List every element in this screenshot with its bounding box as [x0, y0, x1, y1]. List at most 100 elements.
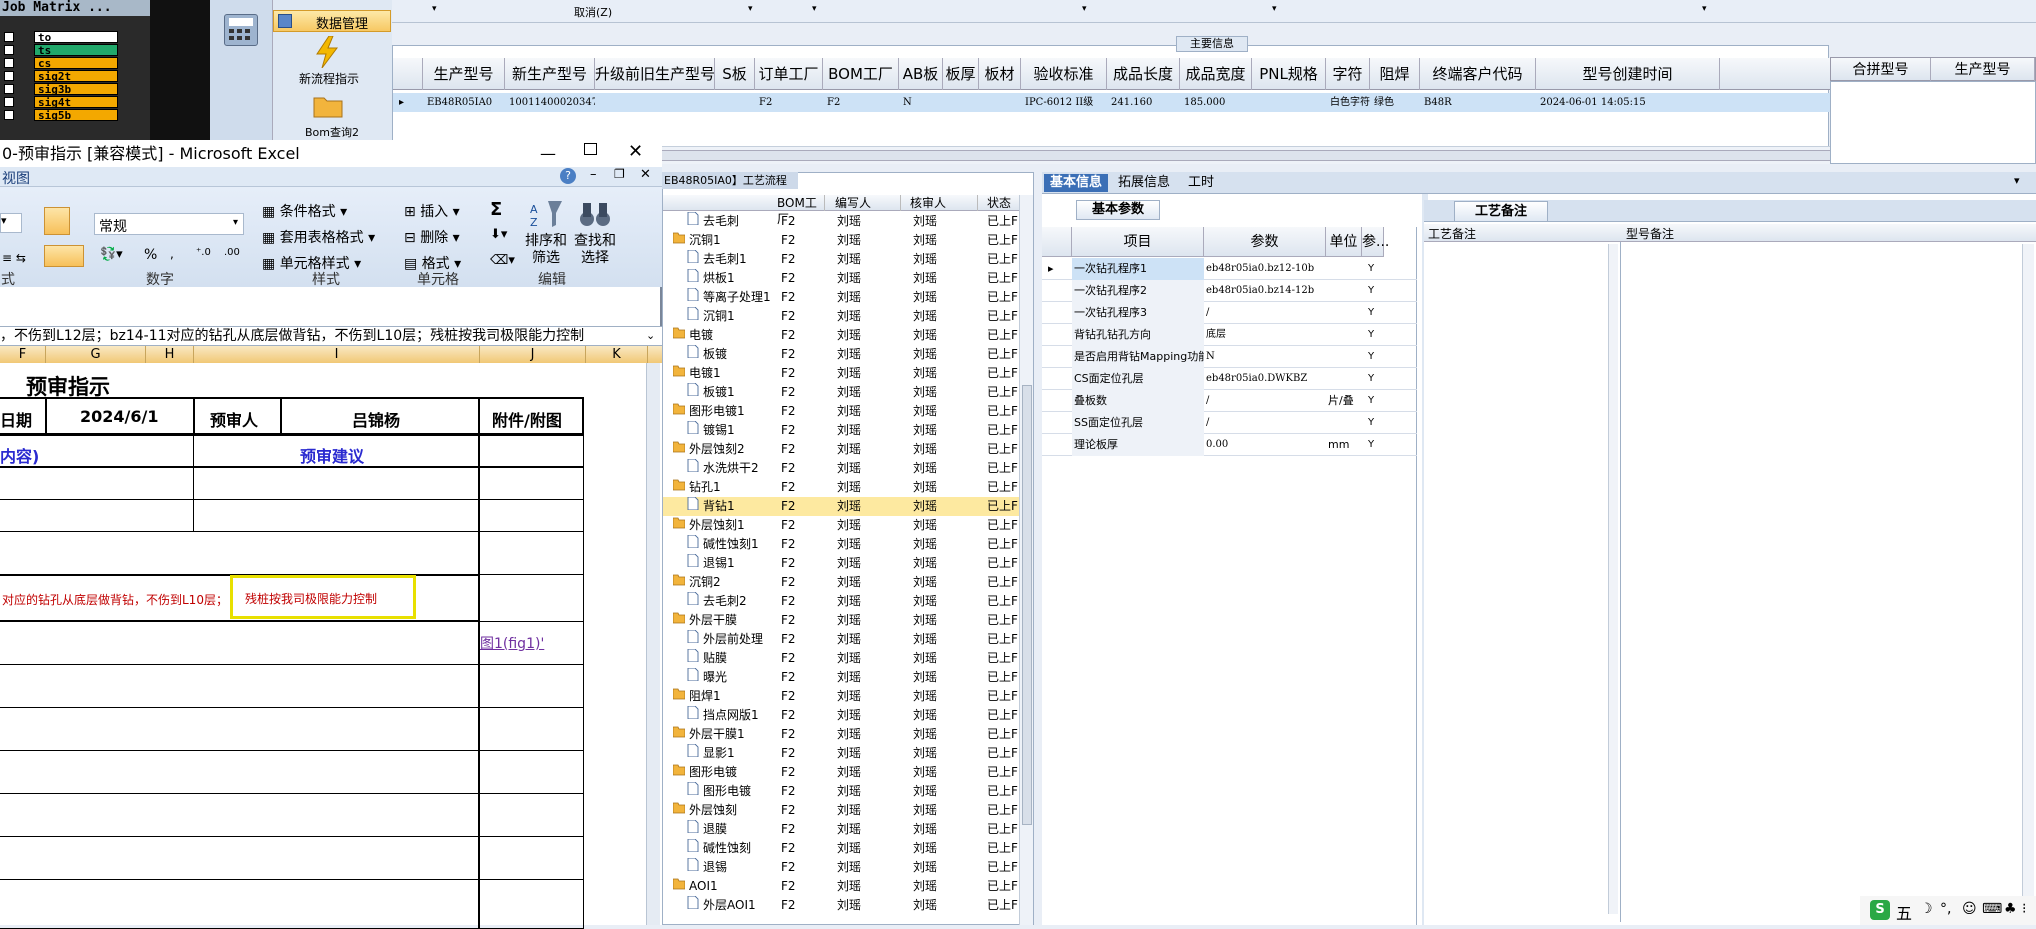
list-item[interactable]: 显影1 F2 刘瑶 刘瑶 已上F: [663, 744, 1023, 763]
param-value[interactable]: N: [1204, 346, 1326, 368]
list-item[interactable]: 外层干膜1 F2 刘瑶 刘瑶 已上F: [663, 725, 1023, 744]
list-item[interactable]: 外层干膜 F2 刘瑶 刘瑶 已上F: [663, 611, 1023, 630]
column-header[interactable]: J: [480, 346, 586, 363]
table-cell[interactable]: F2: [755, 93, 823, 112]
param-value[interactable]: eb48r05ia0.bz14-12b: [1204, 280, 1326, 302]
job-matrix-row[interactable]: ts: [4, 44, 119, 57]
job-matrix-row[interactable]: sig2t: [4, 70, 119, 83]
table-cell[interactable]: 绿色: [1370, 93, 1420, 112]
decrease-decimal-icon[interactable]: .00: [224, 247, 240, 258]
calculator-icon[interactable]: [224, 14, 258, 46]
chevron-down-icon[interactable]: ▾: [2014, 174, 2020, 187]
merge-center-icon[interactable]: [44, 245, 84, 267]
column-header[interactable]: F: [0, 346, 46, 363]
maximize-button[interactable]: [584, 143, 597, 155]
tab-work-hours[interactable]: 工时: [1182, 174, 1220, 192]
column-header[interactable]: 字符: [1326, 58, 1370, 90]
column-header[interactable]: 新生产型号: [505, 58, 595, 90]
dropdown-arrow-icon[interactable]: ▾: [812, 4, 817, 14]
list-item[interactable]: 去毛刺2 F2 刘瑶 刘瑶 已上F: [663, 592, 1023, 611]
checkbox[interactable]: [4, 58, 14, 68]
param-value[interactable]: eb48r05ia0.bz12-10b: [1204, 258, 1326, 280]
tab-view[interactable]: 视图: [2, 168, 30, 188]
autosum-button[interactable]: Σ: [490, 199, 502, 220]
list-item[interactable]: 外层蚀刻1 F2 刘瑶 刘瑶 已上F: [663, 516, 1023, 535]
column-header[interactable]: 板厚: [943, 58, 979, 90]
tab-basic-params[interactable]: 基本参数: [1076, 200, 1160, 220]
vertical-scrollbar[interactable]: [2022, 244, 2034, 914]
param-value[interactable]: /: [1204, 412, 1326, 434]
table-row[interactable]: 一次钻孔程序2 eb48r05ia0.bz14-12b Y: [1042, 280, 1417, 302]
help-icon[interactable]: ?: [560, 168, 576, 184]
menu-item-new-flow[interactable]: 新流程指示: [299, 70, 359, 87]
currency-icon[interactable]: 💱▾: [100, 247, 123, 262]
column-header[interactable]: 核审人: [906, 195, 978, 211]
checkbox[interactable]: [4, 32, 14, 42]
job-matrix-row[interactable]: sig5b: [4, 109, 119, 122]
param-value[interactable]: 底层: [1204, 324, 1326, 346]
column-header[interactable]: 参数: [1204, 227, 1326, 257]
skin-icon[interactable]: ♣: [2004, 901, 2017, 917]
percent-button[interactable]: %: [144, 247, 157, 263]
param-value[interactable]: /: [1204, 390, 1326, 412]
figure-link[interactable]: 图1(fig1)': [480, 633, 544, 653]
column-header[interactable]: 项目: [1072, 227, 1204, 257]
list-item[interactable]: 退锡1 F2 刘瑶 刘瑶 已上F: [663, 554, 1023, 573]
moon-icon[interactable]: ☽: [1920, 901, 1933, 917]
expand-formula-icon[interactable]: ⌄: [646, 327, 655, 345]
column-header[interactable]: 板材: [979, 58, 1021, 90]
table-row[interactable]: 背钻孔钻孔方向 底层 Y: [1042, 324, 1417, 346]
column-header[interactable]: 终端客户代码: [1420, 58, 1536, 90]
table-row[interactable]: ▸ EB48R05IA0 10011400020347 F2 F2 N IPC-6012 I…: [393, 93, 1830, 112]
column-header[interactable]: BOM工厂: [773, 195, 825, 226]
ime-mode[interactable]: 五: [1896, 900, 1912, 924]
list-item[interactable]: 碱性蚀刻 F2 刘瑶 刘瑶 已上F: [663, 839, 1023, 858]
column-header[interactable]: 验收标准: [1021, 58, 1107, 90]
close-icon[interactable]: ✕: [640, 167, 651, 182]
table-cell[interactable]: F2: [823, 93, 899, 112]
table-row[interactable]: CS面定位孔层 eb48r05ia0.DWKBZ Y: [1042, 368, 1417, 390]
fill-icon[interactable]: ⬇▾: [490, 227, 507, 242]
list-item[interactable]: 沉铜1 F2 刘瑶 刘瑶 已上F: [663, 231, 1023, 250]
dropdown-arrow-icon[interactable]: ▾: [432, 4, 437, 14]
column-header[interactable]: 参...: [1362, 227, 1389, 257]
list-item[interactable]: 板镀1 F2 刘瑶 刘瑶 已上F: [663, 383, 1023, 402]
restore-icon[interactable]: ❐: [614, 167, 625, 181]
increase-decimal-icon[interactable]: ⁺.0: [196, 247, 211, 258]
table-cell[interactable]: 2024-06-01 14:05:15: [1536, 93, 1720, 112]
font-size-dropdown[interactable]: ▾: [0, 213, 22, 233]
table-cell[interactable]: 241.160: [1107, 93, 1180, 112]
list-item[interactable]: 沉铜1 F2 刘瑶 刘瑶 已上F: [663, 307, 1023, 326]
list-item[interactable]: 贴膜 F2 刘瑶 刘瑶 已上F: [663, 649, 1023, 668]
sort-filter-icon[interactable]: AZ: [528, 199, 564, 229]
list-item[interactable]: 碱性蚀刻1 F2 刘瑶 刘瑶 已上F: [663, 535, 1023, 554]
tab-process-remark[interactable]: 工艺备注: [1454, 201, 1548, 222]
param-value[interactable]: /: [1204, 302, 1326, 324]
table-cell[interactable]: [1252, 93, 1326, 112]
list-item[interactable]: 外层AOI1 F2 刘瑶 刘瑶 已上F: [663, 896, 1023, 915]
table-cell[interactable]: [715, 93, 755, 112]
table-cell[interactable]: 185.000: [1180, 93, 1252, 112]
vertical-scrollbar[interactable]: [1608, 244, 1618, 914]
column-header[interactable]: I: [194, 346, 480, 363]
list-item[interactable]: 水洗烘干2 F2 刘瑶 刘瑶 已上F: [663, 459, 1023, 478]
table-cell[interactable]: B48R: [1420, 93, 1536, 112]
list-item[interactable]: 去毛刺 F2 刘瑶 刘瑶 已上F: [663, 212, 1023, 231]
job-matrix-row[interactable]: sig4t: [4, 96, 119, 109]
table-row[interactable]: ▸ 一次钻孔程序1 eb48r05ia0.bz12-10b Y: [1042, 258, 1417, 280]
table-row[interactable]: 是否启用背钻Mapping功能 N Y: [1042, 346, 1417, 368]
checkbox[interactable]: [4, 110, 14, 120]
list-item[interactable]: 电镀1 F2 刘瑶 刘瑶 已上F: [663, 364, 1023, 383]
minimize-button[interactable]: —: [540, 140, 556, 167]
table-cell[interactable]: [943, 93, 979, 112]
table-row[interactable]: 叠板数 / 片/叠 Y: [1042, 390, 1417, 412]
table-cell[interactable]: [979, 93, 1021, 112]
list-item[interactable]: 背钻1 F2 刘瑶 刘瑶 已上F: [663, 497, 1023, 516]
sort-filter-button[interactable]: 排序和筛选: [524, 233, 568, 267]
dropdown-arrow-icon[interactable]: ▾: [748, 4, 753, 14]
column-header[interactable]: 升级前旧生产型号: [595, 58, 715, 90]
column-header[interactable]: 生产型号: [423, 58, 505, 90]
column-header[interactable]: G: [46, 346, 146, 363]
column-header[interactable]: K: [586, 346, 648, 363]
ime-icon[interactable]: S: [1870, 900, 1890, 920]
